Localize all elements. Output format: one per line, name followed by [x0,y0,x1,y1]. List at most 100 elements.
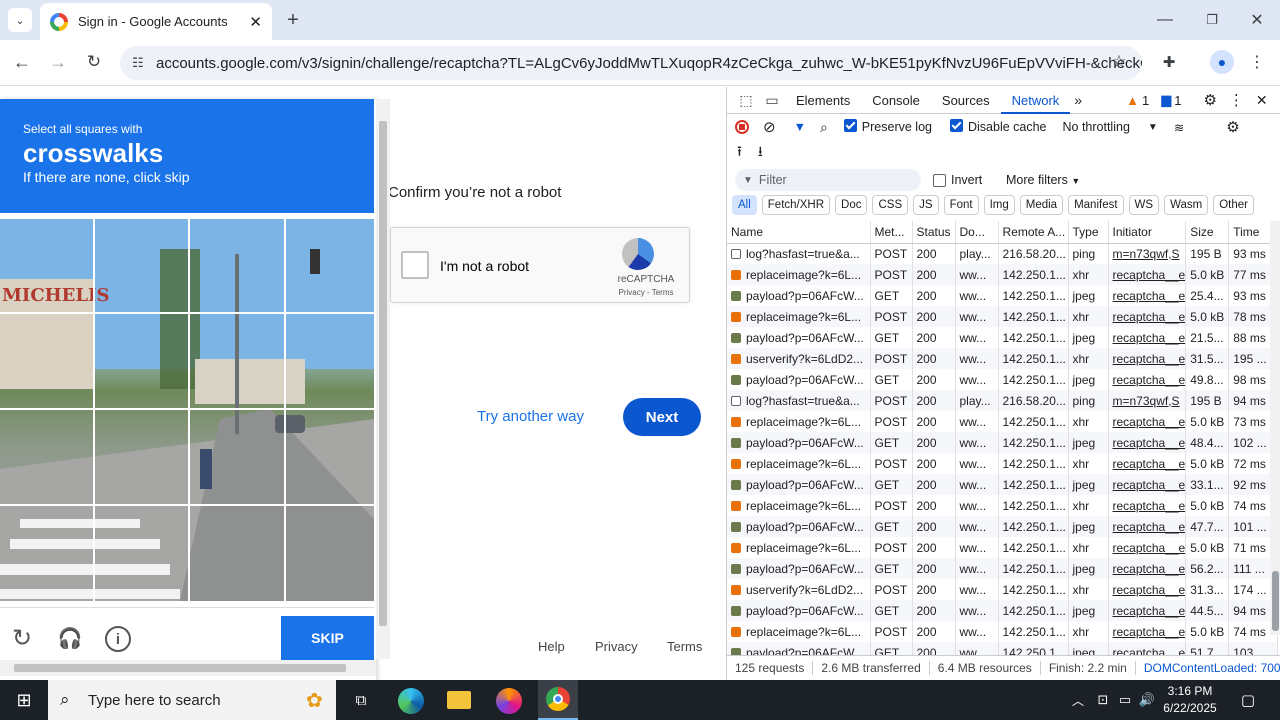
search-icon[interactable]: ⌕ [820,119,828,136]
table-cell[interactable]: recaptcha__e [1108,369,1187,390]
column-header[interactable]: Name [727,221,871,244]
import-har-icon[interactable]: ⭱ [737,141,742,165]
column-header[interactable]: Do... [955,221,999,244]
filter-other[interactable]: Other [1213,195,1254,215]
column-header[interactable]: Status [912,221,956,244]
reload-challenge-icon[interactable]: ↻ [10,625,34,652]
table-row[interactable]: replaceimage?k=6L... POST 200 ww... 142.250.… [727,621,1279,642]
chrome-taskbar-button[interactable] [538,680,578,720]
clear-icon[interactable]: ⊘ [763,118,776,136]
table-row[interactable]: payload?p=06AFcW... GET 200 ww... 142.250.1.… [727,600,1279,621]
table-row[interactable]: replaceimage?k=6L... POST 200 ww... 142.250.… [727,264,1279,285]
footer-privacy-link[interactable]: Privacy [595,639,638,654]
inspect-element-icon[interactable]: ⬚ [733,92,759,109]
table-cell[interactable]: recaptcha__e [1108,579,1187,600]
table-cell[interactable]: recaptcha__e [1108,348,1187,369]
tab-network[interactable]: Network [1000,87,1071,114]
table-row[interactable]: payload?p=06AFcW... GET 200 ww... 142.250.1.… [727,474,1279,495]
filter-media[interactable]: Media [1019,195,1064,215]
site-info-icon[interactable]: ☷ [132,55,144,71]
tab-sources[interactable]: Sources [931,87,1001,114]
filter-doc[interactable]: Doc [835,195,868,215]
table-row[interactable]: payload?p=06AFcW... GET 200 ww... 142.250.1.… [727,369,1279,390]
notifications-icon[interactable]: ▢ [1238,690,1258,710]
scrollbar-thumb[interactable] [14,664,346,672]
tray-overflow-icon[interactable]: ︿ [1068,690,1088,710]
filter-wasm[interactable]: Wasm [1164,195,1209,215]
filter-font[interactable]: Font [943,195,979,215]
chevron-down-icon[interactable]: ▼ [1148,122,1158,133]
devtools-menu-icon[interactable]: ⋮ [1229,91,1244,109]
file-explorer-icon[interactable] [447,691,471,709]
scrollbar-thumb[interactable] [1272,571,1279,631]
reload-icon[interactable]: ↻ [82,50,106,74]
filter-ws[interactable]: WS [1128,195,1160,215]
menu-kebab-icon[interactable]: ⋮ [1249,50,1265,74]
window-close-icon[interactable]: ✕ [1247,8,1267,32]
back-icon[interactable]: ← [10,50,34,74]
table-row[interactable]: log?hasfast=true&a... POST 200 play... 216.5… [727,243,1279,264]
filter-css[interactable]: CSS [872,195,909,215]
table-cell[interactable]: recaptcha__e [1108,474,1187,495]
table-row[interactable]: payload?p=06AFcW... GET 200 ww... 142.250.1.… [727,558,1279,579]
forward-icon[interactable]: → [46,50,70,74]
table-row[interactable]: replaceimage?k=6L... POST 200 ww... 142.250.… [727,453,1279,474]
tab-close-icon[interactable]: ✕ [249,13,262,31]
table-cell[interactable]: m=n73qwf,S [1108,243,1187,264]
export-har-icon[interactable]: ⭳ [758,141,763,165]
table-row[interactable]: payload?p=06AFcW... GET 200 ww... 142.250.1.… [727,516,1279,537]
message-icon[interactable]: ▆ [1161,92,1171,108]
table-cell[interactable]: recaptcha__e [1108,558,1187,579]
record-stop-icon[interactable] [735,120,749,134]
table-row[interactable]: payload?p=06AFcW... GET 200 ww... 142.250.1.… [727,327,1279,348]
url-field[interactable]: ☷ accounts.google.com/v3/signin/challeng… [120,46,1142,80]
bookmark-star-icon[interactable]: ☆ [1108,50,1130,74]
tab-console[interactable]: Console [861,87,931,114]
column-header[interactable]: Remote A... [998,221,1069,244]
invert-toggle[interactable]: Invert [933,173,982,187]
footer-terms-link[interactable]: Terms [667,639,702,654]
table-cell[interactable]: recaptcha__e [1108,495,1187,516]
windows-start-icon[interactable]: ⊞ [14,690,34,710]
task-view-icon[interactable]: ⧉ [350,689,372,711]
table-row[interactable]: userverify?k=6LdD2... POST 200 ww... 142.250… [727,348,1279,369]
network-conditions-icon[interactable]: ≋ [1174,120,1184,135]
new-tab-icon[interactable]: + [282,8,304,32]
table-cell[interactable]: recaptcha__e [1108,600,1187,621]
network-icon[interactable]: ▭ [1116,690,1134,710]
filter-fetch-xhr[interactable]: Fetch/XHR [761,195,831,215]
table-row[interactable]: replaceimage?k=6L... POST 200 ww... 142.250.… [727,306,1279,327]
column-header[interactable]: Initiator [1108,221,1187,244]
scrollbar-thumb[interactable] [379,121,387,626]
system-clock[interactable]: 3:16 PM 6/22/2025 [1152,683,1228,717]
table-cell[interactable]: recaptcha__e [1108,432,1187,453]
edge-browser-icon[interactable] [398,688,424,714]
audio-challenge-icon[interactable]: 🎧 [58,626,83,650]
extensions-icon[interactable]: ✚ [1158,50,1180,74]
table-row[interactable]: payload?p=06AFcW... GET 200 ww... 142.250.1.… [727,432,1279,453]
filter-manifest[interactable]: Manifest [1068,195,1124,215]
firefox-icon[interactable] [496,688,522,714]
table-cell[interactable]: recaptcha__e [1108,306,1187,327]
captcha-image-grid[interactable]: MICHELIS [0,219,374,601]
preserve-log-checkbox[interactable] [843,119,862,135]
more-filters-dropdown[interactable]: More filters ▼ [1006,173,1080,187]
more-tabs-icon[interactable]: » [1074,92,1082,108]
try-another-way-link[interactable]: Try another way [477,408,584,425]
restore-icon[interactable]: ❐ [1202,8,1222,32]
table-row[interactable]: replaceimage?k=6L... POST 200 ww... 142.250.… [727,411,1279,432]
table-cell[interactable]: recaptcha__e [1108,453,1187,474]
table-cell[interactable]: recaptcha__e [1108,264,1187,285]
table-cell[interactable]: recaptcha__e [1108,327,1187,348]
tab-search-icon[interactable]: ⌄ [8,8,32,32]
tab-elements[interactable]: Elements [785,87,861,114]
captcha-vertical-scrollbar[interactable] [376,99,390,659]
filter-img[interactable]: Img [983,195,1015,215]
throttling-select[interactable]: No throttling [1063,120,1130,134]
filter-js[interactable]: JS [913,195,939,215]
not-robot-checkbox[interactable] [401,251,429,279]
taskbar-search-box[interactable]: ⌕ Type here to search ✿ [48,680,336,720]
network-settings-icon[interactable]: ⚙ [1226,118,1239,136]
table-cell[interactable]: recaptcha__e [1108,537,1187,558]
browser-tab[interactable]: Sign in - Google Accounts ✕ [40,3,272,40]
